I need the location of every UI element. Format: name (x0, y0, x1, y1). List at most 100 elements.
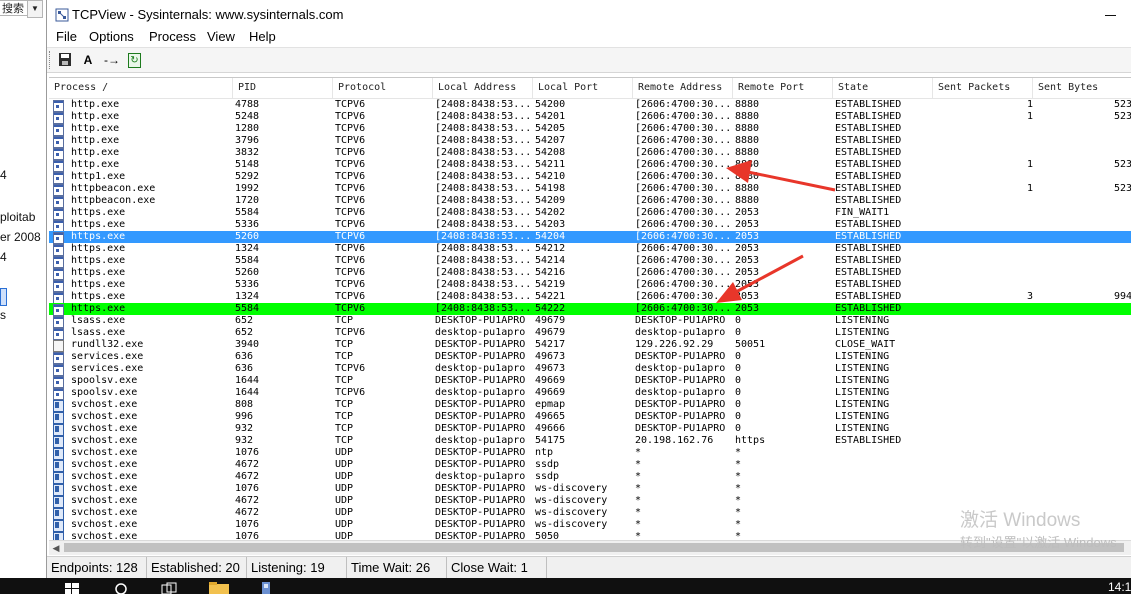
column-header-remote-port[interactable]: Remote Port (733, 78, 833, 98)
table-row[interactable]: spoolsv.exe 1644 TCP DESKTOP-PU1APRO 49669 DE… (49, 375, 1131, 388)
title-bar[interactable]: TCPView - Sysinternals: www.sysinternals… (47, 0, 1131, 30)
taskbar: 14:1 (0, 578, 1131, 594)
menu-file[interactable]: File (56, 29, 77, 44)
column-header-sent-bytes[interactable]: Sent Bytes (1033, 78, 1131, 98)
table-row[interactable]: lsass.exe 652 TCP DESKTOP-PU1APRO 49679 DESKT… (49, 315, 1131, 328)
pid-cell: 5260 (235, 231, 260, 242)
scroll-left-arrow-icon[interactable]: ◀ (51, 542, 61, 554)
show-endpoints-button[interactable]: -→ (103, 51, 121, 69)
sent-packets-cell (933, 243, 1033, 255)
column-header-local-port[interactable]: Local Port (533, 78, 633, 98)
chevron-down-icon[interactable]: ▼ (27, 0, 43, 18)
menu-process[interactable]: Process (149, 29, 196, 44)
sent-bytes-cell (1033, 147, 1131, 159)
table-row[interactable]: http.exe 5148 TCPV6 [2408:8438:53... 54211 [2… (49, 159, 1131, 172)
toolbar-grip[interactable] (49, 51, 52, 69)
remote-port-cell: 8880 (735, 111, 760, 122)
table-row[interactable]: svchost.exe 808 TCP DESKTOP-PU1APRO epmap DES… (49, 399, 1131, 412)
table-row[interactable]: https.exe 5260 TCPV6 [2408:8438:53... 54216 [… (49, 267, 1131, 280)
remote-address-cell: 129.226.92.29 (635, 339, 714, 350)
column-header-sent-packets[interactable]: Sent Packets (933, 78, 1033, 98)
resolve-addresses-button[interactable]: A (79, 51, 97, 69)
sent-packets-cell (933, 363, 1033, 375)
table-row[interactable]: httpbeacon.exe 1992 TCPV6 [2408:8438:53... 5… (49, 183, 1131, 196)
table-row[interactable]: services.exe 636 TCPV6 desktop-pu1apro 49673… (49, 363, 1131, 376)
sent-packets-cell: 3 (1026, 291, 1033, 302)
table-row[interactable]: http.exe 3832 TCPV6 [2408:8438:53... 54208 [2… (49, 147, 1131, 160)
table-row[interactable]: https.exe 5260 TCPV6 [2408:8438:53... 54204 [… (49, 231, 1131, 244)
pid-cell: 3832 (235, 147, 260, 158)
table-row[interactable]: spoolsv.exe 1644 TCPV6 desktop-pu1apro 49669… (49, 387, 1131, 400)
menu-options[interactable]: Options (89, 29, 134, 44)
process-name-cell: https.exe (71, 255, 126, 266)
table-row[interactable]: httpbeacon.exe 1720 TCPV6 [2408:8438:53... 5… (49, 195, 1131, 208)
menu-help[interactable]: Help (249, 29, 276, 44)
table-row[interactable]: https.exe 5336 TCPV6 [2408:8438:53... 54219 [… (49, 279, 1131, 292)
column-header-local-address[interactable]: Local Address (433, 78, 533, 98)
minimize-button[interactable] (1097, 8, 1131, 22)
table-row[interactable]: http.exe 5248 TCPV6 [2408:8438:53... 54201 [2… (49, 111, 1131, 124)
remote-port-cell: * (735, 495, 742, 506)
sent-packets-cell (933, 255, 1033, 267)
local-port-cell: 49665 (535, 411, 566, 422)
table-row[interactable]: http.exe 3796 TCPV6 [2408:8438:53... 54207 [2… (49, 135, 1131, 148)
pid-cell: 1992 (235, 183, 260, 194)
table-row[interactable]: http.exe 1280 TCPV6 [2408:8438:53... 54205 [2… (49, 123, 1131, 136)
state-cell: ESTABLISHED (835, 147, 902, 158)
background-text-fragment: er 2008 (0, 230, 41, 244)
tcpview-taskbar-icon[interactable] (258, 581, 274, 594)
remote-port-cell: 8880 (735, 135, 760, 146)
table-row[interactable]: rundll32.exe 3940 TCP DESKTOP-PU1APRO 54217 1… (49, 339, 1131, 352)
table-row[interactable]: services.exe 636 TCP DESKTOP-PU1APRO 49673 DE… (49, 351, 1131, 364)
taskbar-clock[interactable]: 14:1 (1108, 580, 1131, 594)
pid-cell: 5292 (235, 171, 260, 182)
local-port-cell: 49679 (535, 327, 566, 338)
table-row[interactable]: https.exe 1324 TCPV6 [2408:8438:53... 54221 [… (49, 291, 1131, 304)
protocol-cell: UDP (335, 459, 354, 470)
save-button[interactable] (57, 51, 75, 69)
sent-packets-cell (933, 195, 1033, 207)
refresh-button[interactable]: ↻ (125, 51, 143, 69)
column-header-pid[interactable]: PID (233, 78, 333, 98)
local-port-cell: 54175 (535, 435, 566, 446)
sent-packets-cell (933, 303, 1033, 315)
table-row[interactable]: http1.exe 5292 TCPV6 [2408:8438:53... 54210 [… (49, 171, 1131, 184)
background-search-box[interactable]: 搜索 ▼ (0, 0, 43, 18)
file-explorer-icon[interactable] (208, 581, 230, 594)
windows-start-icon[interactable] (64, 581, 80, 594)
local-port-cell: ws-discovery (535, 507, 608, 518)
table-row[interactable]: svchost.exe 996 TCP DESKTOP-PU1APRO 49665 DES… (49, 411, 1131, 424)
table-row[interactable]: svchost.exe 1076 UDP DESKTOP-PU1APRO ws-disc… (49, 483, 1131, 496)
local-address-cell: [2408:8438:53... (435, 291, 532, 302)
search-icon[interactable] (113, 581, 129, 594)
table-row[interactable]: svchost.exe 4672 UDP DESKTOP-PU1APRO ssdp * * (49, 459, 1131, 472)
table-row[interactable]: https.exe 1324 TCPV6 [2408:8438:53... 54212 [… (49, 243, 1131, 256)
table-row[interactable]: svchost.exe 932 TCP desktop-pu1apro 54175 20.… (49, 435, 1131, 448)
table-row[interactable]: https.exe 5584 TCPV6 [2408:8438:53... 54214 [… (49, 255, 1131, 268)
table-row[interactable]: https.exe 5584 TCPV6 [2408:8438:53... 54222 [… (49, 303, 1131, 316)
sent-bytes-cell (1033, 303, 1131, 315)
table-row[interactable]: https.exe 5584 TCPV6 [2408:8438:53... 54202 [… (49, 207, 1131, 220)
column-header-remote-address[interactable]: Remote Address (633, 78, 733, 98)
table-row[interactable]: http.exe 4788 TCPV6 [2408:8438:53... 54200 [2… (49, 99, 1131, 112)
connection-list[interactable]: Process / PID Protocol Local Address Loc… (49, 77, 1131, 541)
table-row[interactable]: https.exe 5336 TCPV6 [2408:8438:53... 54203 [… (49, 219, 1131, 232)
table-row[interactable]: svchost.exe 1076 UDP DESKTOP-PU1APRO ntp * * (49, 447, 1131, 460)
task-view-icon[interactable] (160, 581, 178, 594)
table-row[interactable]: svchost.exe 4672 UDP desktop-pu1apro ssdp * * (49, 471, 1131, 484)
column-header-protocol[interactable]: Protocol (333, 78, 433, 98)
sent-bytes-cell (1033, 399, 1131, 411)
remote-port-cell: 8880 (735, 195, 760, 206)
menu-view[interactable]: View (207, 29, 235, 44)
local-address-cell: desktop-pu1apro (435, 435, 526, 446)
local-port-cell: 49669 (535, 375, 566, 386)
background-selected-item[interactable] (0, 288, 7, 306)
table-row[interactable]: svchost.exe 932 TCP DESKTOP-PU1APRO 49666 DES… (49, 423, 1131, 436)
column-header-state[interactable]: State (833, 78, 933, 98)
process-name-cell: https.exe (71, 231, 126, 242)
table-row[interactable]: lsass.exe 652 TCPV6 desktop-pu1apro 49679 des… (49, 327, 1131, 340)
pid-cell: 636 (235, 363, 254, 374)
column-header-process[interactable]: Process / (49, 78, 233, 98)
remote-port-cell: 0 (735, 363, 742, 374)
sent-bytes-cell (1033, 435, 1131, 447)
